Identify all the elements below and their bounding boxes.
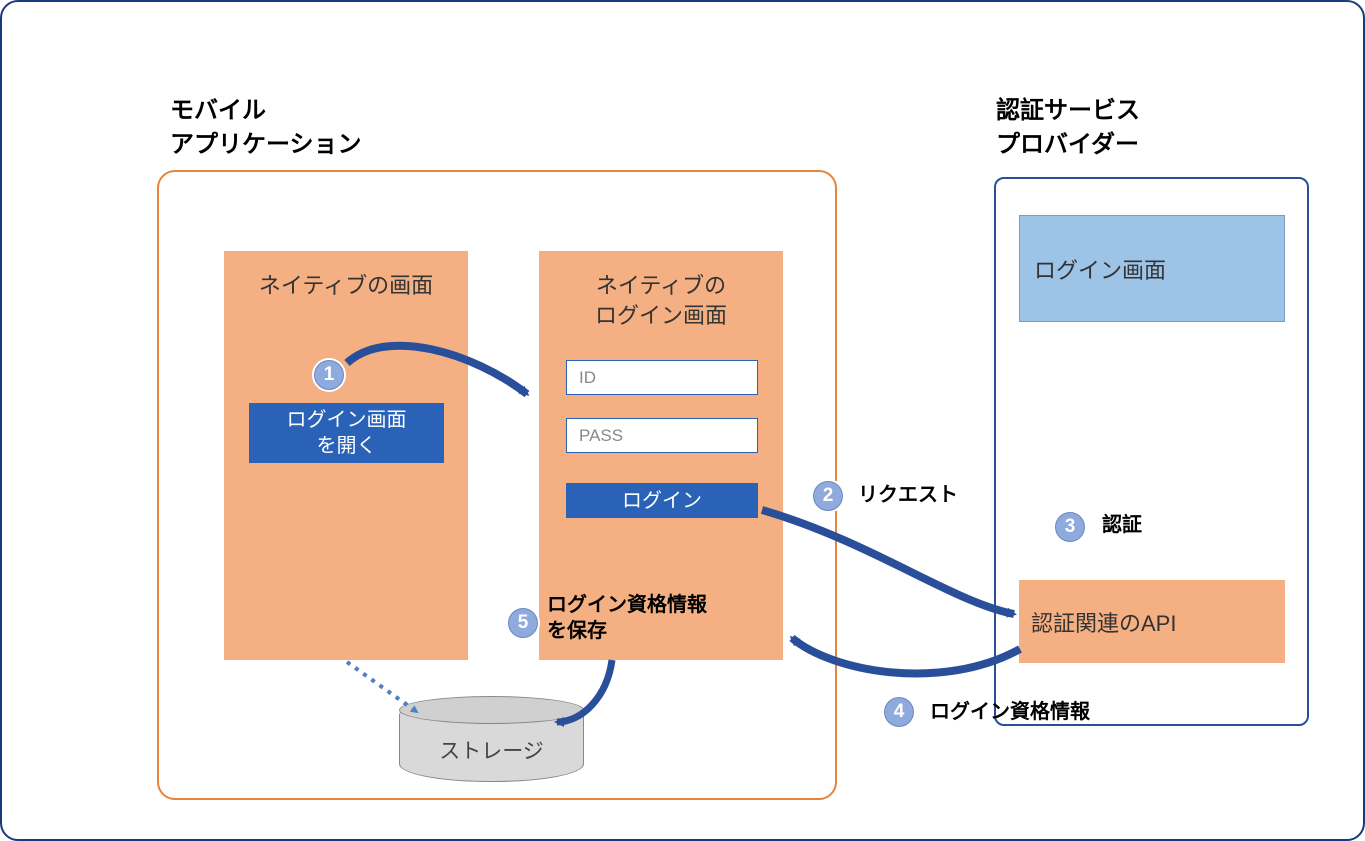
step-label-credentials: ログイン資格情報 [930, 699, 1090, 725]
id-field[interactable]: ID [566, 360, 758, 395]
storage-cylinder: ストレージ [399, 697, 584, 782]
title-text: プロバイダー [996, 131, 1139, 158]
auth-api-panel: 認証関連のAPI [1019, 580, 1285, 663]
step-badge-2: 2 [811, 479, 845, 513]
step-badge-5: 5 [506, 606, 540, 640]
mobile-app-title: モバイル アプリケーション [170, 94, 362, 161]
pass-placeholder: PASS [579, 426, 623, 446]
login-button[interactable]: ログイン [566, 483, 758, 518]
title-text: アプリケーション [170, 131, 362, 158]
storage-top [399, 696, 584, 724]
open-login-button[interactable]: ログイン画面 を開く [249, 403, 444, 463]
step-badge-4: 4 [882, 695, 916, 729]
auth-provider-title: 認証サービス プロバイダー [996, 94, 1140, 161]
id-placeholder: ID [579, 368, 596, 388]
step-label-request: リクエスト [858, 482, 958, 508]
pass-field[interactable]: PASS [566, 418, 758, 453]
diagram-canvas: モバイル アプリケーション 認証サービス プロバイダー ネイティブの画面 ネイテ… [0, 0, 1365, 841]
step-label-save-credentials: ログイン資格情報 を保存 [547, 592, 747, 644]
native-screen-label: ネイティブの画面 [224, 271, 468, 301]
storage-label: ストレージ [399, 735, 584, 765]
step-badge-1: 1 [312, 358, 346, 392]
step-label-auth: 認証 [1102, 512, 1142, 538]
login-screen-panel: ログイン画面 [1019, 215, 1285, 322]
title-text: モバイル [170, 97, 266, 124]
native-login-label: ネイティブの ログイン画面 [539, 271, 783, 330]
step-badge-3: 3 [1053, 510, 1087, 544]
title-text: 認証サービス [996, 97, 1140, 124]
